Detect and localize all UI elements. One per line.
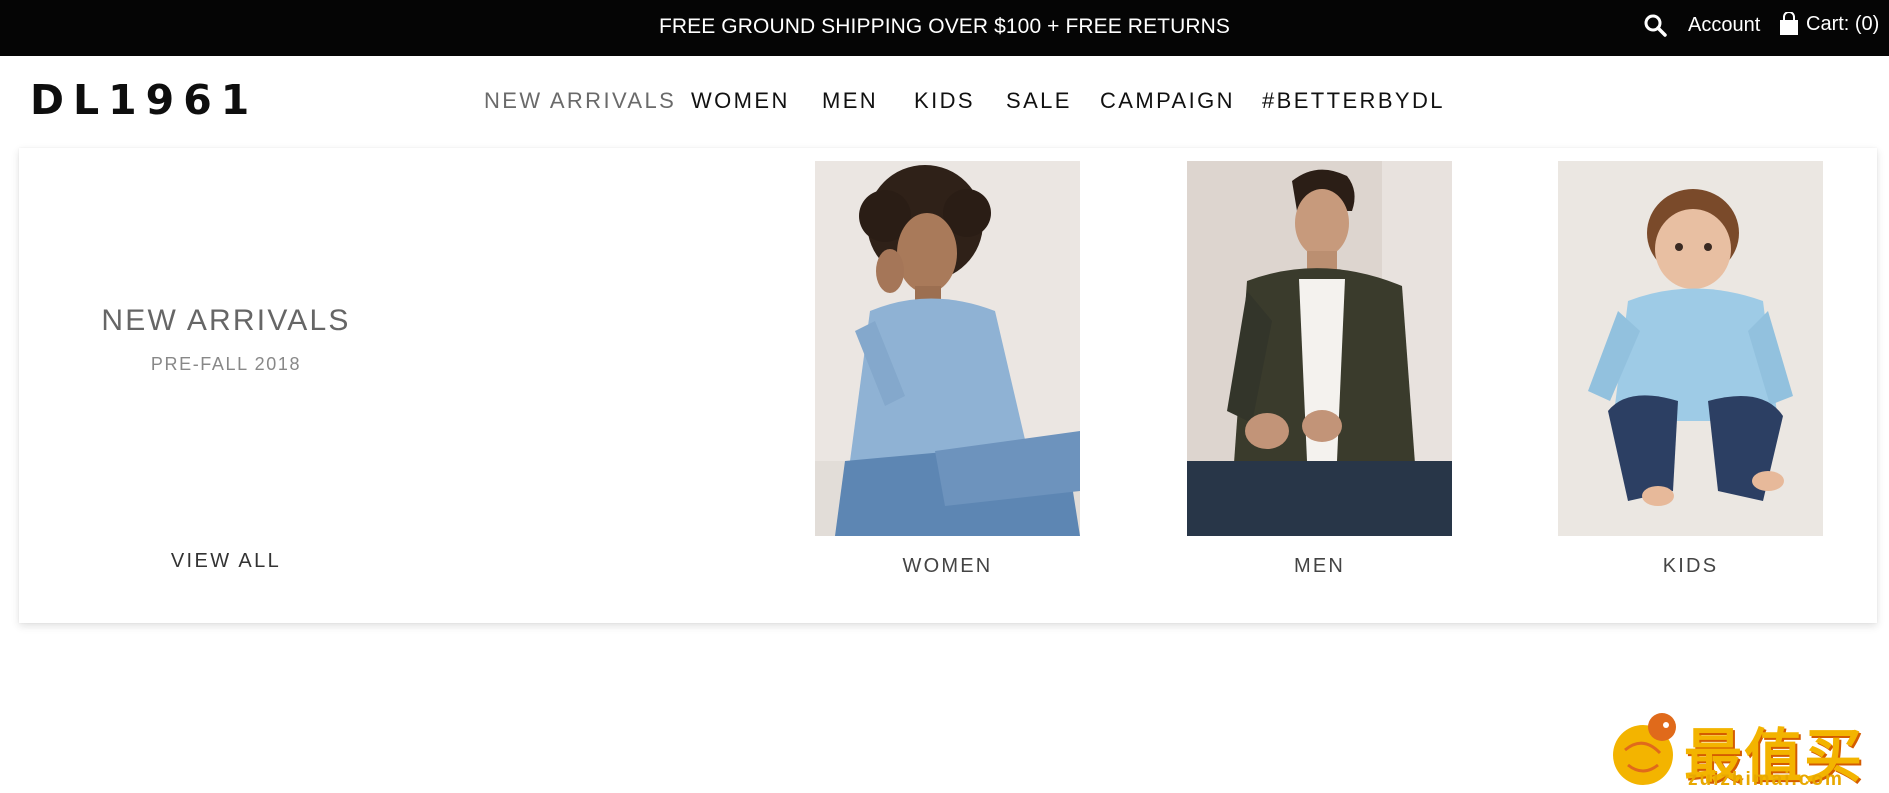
category-label-kids[interactable]: KIDS — [1558, 555, 1823, 578]
category-men[interactable]: MEN — [1187, 161, 1452, 577]
category-label-men[interactable]: MEN — [1187, 555, 1452, 578]
search-button[interactable] — [1643, 13, 1667, 37]
nav-women[interactable]: WOMEN — [691, 88, 790, 114]
account-label: Account — [1688, 14, 1761, 36]
nav-betterbydl[interactable]: #BETTERBYDL — [1262, 88, 1445, 114]
account-link[interactable]: Account — [1688, 14, 1760, 37]
nav-kids[interactable]: KIDS — [914, 88, 975, 114]
nav-men[interactable]: MEN — [822, 88, 878, 114]
new-arrivals-menu: NEW ARRIVALS PRE-FALL 2018 VIEW ALL WOME… — [19, 148, 1877, 623]
menu-title: NEW ARRIVALS — [101, 304, 351, 337]
site-header: DL1961 NEW ARRIVALS WOMEN MEN KIDS SALE … — [0, 56, 1889, 148]
category-label-women[interactable]: WOMEN — [815, 555, 1080, 578]
watermark-sub: zuizhimai.com — [1688, 769, 1844, 790]
category-women[interactable]: WOMEN — [815, 161, 1080, 577]
site-logo[interactable]: DL1961 — [30, 76, 258, 124]
mascot-icon — [1613, 713, 1676, 785]
women-photo[interactable] — [815, 161, 1080, 536]
nav-new-arrivals[interactable]: NEW ARRIVALS — [484, 88, 676, 114]
kids-photo[interactable] — [1558, 161, 1823, 536]
view-all-link[interactable]: VIEW ALL — [81, 550, 371, 573]
nav-campaign[interactable]: CAMPAIGN — [1100, 88, 1235, 114]
shopping-bag-icon — [1778, 12, 1800, 36]
search-icon — [1644, 14, 1667, 37]
men-photo[interactable] — [1187, 161, 1452, 536]
menu-subtitle: PRE-FALL 2018 — [150, 354, 302, 374]
promo-bar: FREE GROUND SHIPPING OVER $100 + FREE RE… — [0, 0, 1889, 56]
cart-link[interactable]: Cart: (0) — [1778, 12, 1879, 36]
promo-text: FREE GROUND SHIPPING OVER $100 + FREE RE… — [658, 15, 1231, 38]
watermark: 最值买 zuizhimai.com — [1600, 705, 1889, 791]
cart-label: Cart: (0) — [1806, 12, 1880, 35]
category-kids[interactable]: KIDS — [1558, 161, 1823, 577]
nav-sale[interactable]: SALE — [1006, 88, 1072, 114]
